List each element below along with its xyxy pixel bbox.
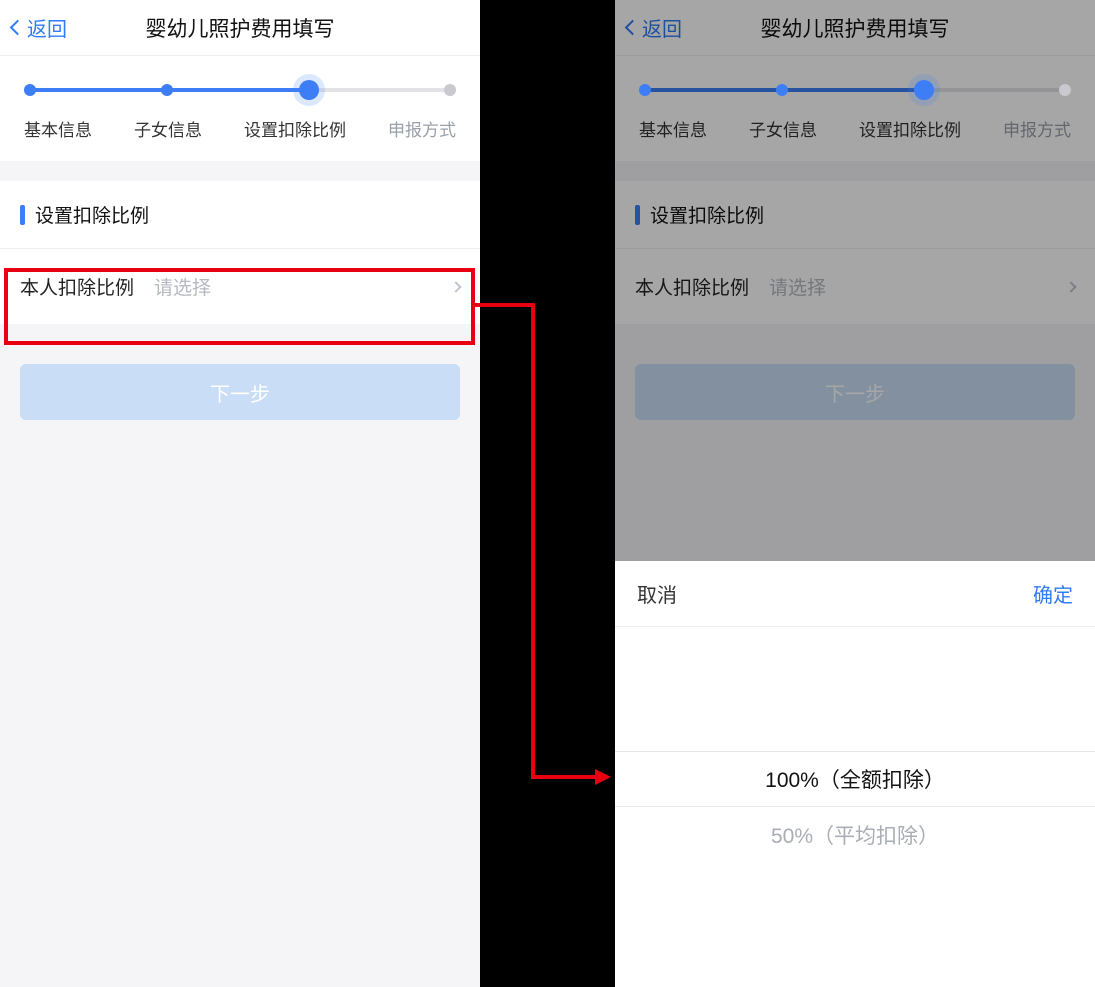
picker-cancel-button[interactable]: 取消 (637, 579, 677, 608)
step-dot-1 (24, 84, 36, 96)
step-indicator: 基本信息 子女信息 设置扣除比例 申报方式 (0, 56, 480, 161)
section-header: 设置扣除比例 (0, 181, 480, 249)
accent-bar-icon (20, 205, 25, 225)
step-label-1: 基本信息 (24, 116, 92, 141)
screen-before: 返回 婴幼儿照护费用填写 基本信息 子女信息 设置扣除比例 申报方式 设置扣除比… (0, 0, 480, 987)
row-placeholder: 请选择 (154, 273, 211, 300)
step-dot-4 (1059, 84, 1071, 96)
next-button-label: 下一步 (210, 378, 270, 407)
page-title: 婴幼儿照护费用填写 (146, 13, 335, 43)
step-dot-1 (639, 84, 651, 96)
chevron-left-icon (10, 20, 26, 36)
screen-after: 返回 婴幼儿照护费用填写 基本信息 子女信息 设置扣除比例 申报方式 设置扣除比… (615, 0, 1095, 987)
step-dot-2 (161, 84, 173, 96)
section-title: 设置扣除比例 (35, 201, 149, 228)
arrow-segment-h1 (475, 303, 535, 307)
step-label-3: 设置扣除比例 (244, 116, 346, 141)
arrow-head-icon (595, 769, 611, 785)
step-label-4: 申报方式 (388, 116, 456, 141)
arrow-segment-h2 (531, 775, 597, 779)
picker-option[interactable]: 50%（平均扣除） (615, 807, 1095, 863)
step-dot-3-current (914, 80, 934, 100)
back-label: 返回 (27, 13, 67, 42)
picker-confirm-button[interactable]: 确定 (1033, 579, 1073, 608)
picker-header: 取消 确定 (615, 561, 1095, 627)
step-dot-4 (444, 84, 456, 96)
nav-bar: 返回 婴幼儿照护费用填写 (0, 0, 480, 56)
row-label: 本人扣除比例 (20, 273, 134, 300)
back-button[interactable]: 返回 (12, 0, 67, 55)
step-label-2: 子女信息 (134, 116, 202, 141)
arrow-segment-v (531, 303, 535, 779)
picker-option-selected[interactable]: 100%（全额扣除） (615, 751, 1095, 807)
chevron-right-icon (450, 281, 461, 292)
deduction-ratio-row[interactable]: 本人扣除比例 请选择 (0, 249, 480, 324)
picker-sheet: 取消 确定 100%（全额扣除） 50%（平均扣除） (615, 561, 1095, 987)
next-button[interactable]: 下一步 (20, 364, 460, 420)
picker-wheel[interactable]: 100%（全额扣除） 50%（平均扣除） (615, 627, 1095, 987)
step-dot-3-current (299, 80, 319, 100)
